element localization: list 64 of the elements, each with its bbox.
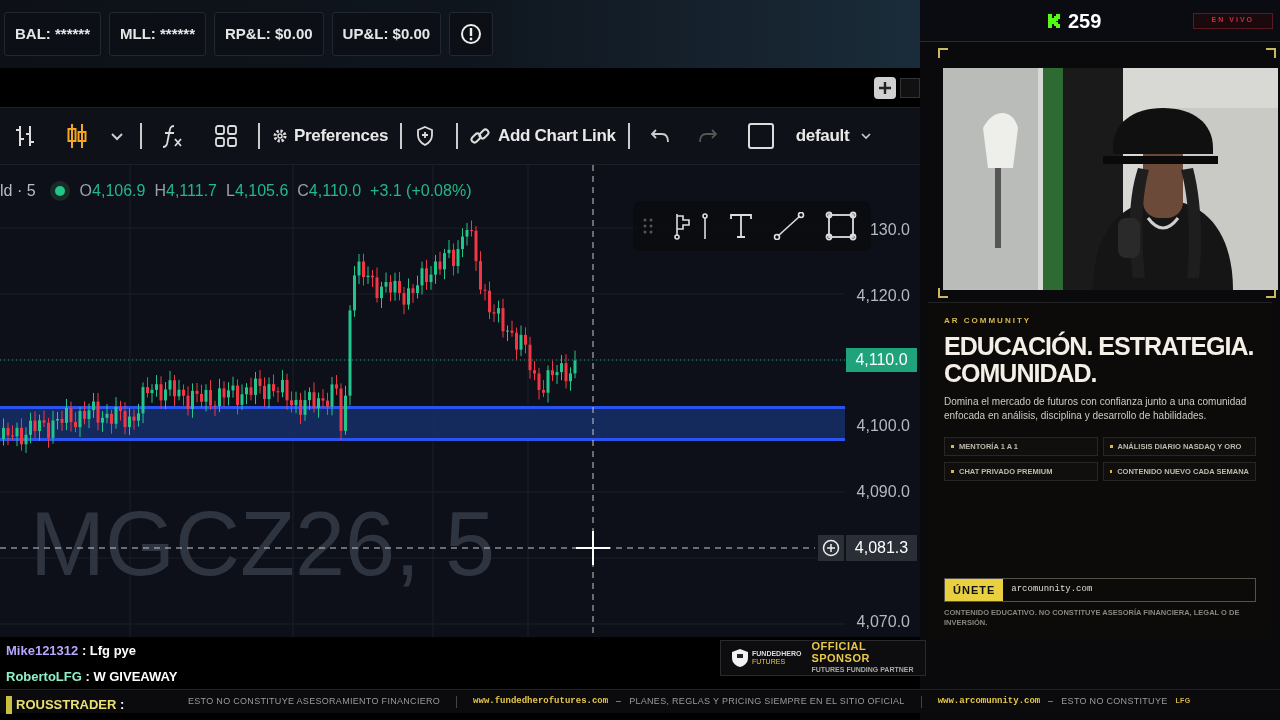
alert-icon [460, 23, 483, 45]
account-stat: BAL: ****** [4, 12, 101, 56]
crosshair-price-tag: 4,081.3 [846, 535, 917, 561]
line-tool-icon[interactable] [773, 212, 805, 240]
link-icon [470, 126, 491, 146]
url-text: arcomunnity.com [1011, 583, 1093, 597]
add-icon [822, 539, 840, 557]
price-label: 4,070.0 [856, 612, 910, 632]
account-stat: UP&L: $0.00 [331, 12, 442, 56]
caret-icon[interactable] [110, 131, 124, 141]
ticker-link[interactable]: www.fundedherofutures.com [473, 694, 609, 709]
drag-handle-icon[interactable] [643, 217, 653, 235]
ticker-text: PLANES, REGLAS Y PRICING SIEMPRE EN EL SITIO OFICIAL [629, 694, 905, 708]
add-chart-link-button[interactable]: Add Chart Link [470, 123, 616, 149]
account-stat: RP&L: $0.00 [214, 12, 324, 56]
eyebrow-label: AR COMMUNITY [944, 315, 1033, 327]
ohlc-value: L4,105.6 [226, 181, 289, 201]
checkbox[interactable] [747, 123, 774, 149]
settings-icon [272, 128, 288, 144]
headline: EDUCACIÓN. ESTRATEGIA. [944, 333, 1255, 360]
sponsor-title: OFFICIAL SPONSOR [811, 640, 871, 664]
ticker-text: ESTO NO CONSTITUYE [1061, 694, 1168, 708]
chat-message: ROUSSTRADER : [6, 694, 178, 715]
candlestick-icon[interactable] [66, 123, 88, 149]
price-label: 4,090.0 [856, 482, 910, 502]
undo-icon[interactable] [649, 128, 670, 144]
price-label: 4,100.0 [856, 416, 910, 436]
shield-icon[interactable] [416, 126, 435, 146]
text-tool-icon[interactable] [729, 213, 753, 239]
account-stat: MLL: ****** [109, 12, 207, 56]
grid-icon[interactable] [214, 124, 238, 148]
flag-pin-icon[interactable] [673, 212, 709, 240]
chat-message: RobertoLFG : W GIVEAWAY [6, 667, 178, 686]
function-icon[interactable] [162, 124, 184, 148]
price-label: 130.0 [869, 220, 910, 240]
shield-logo-icon [731, 648, 749, 668]
status-icon [49, 181, 70, 201]
ticker-link[interactable]: www.arcomunnity.com [937, 694, 1041, 709]
last-price-tag: 4,110.0 [846, 348, 917, 372]
warning-button[interactable] [449, 12, 494, 56]
symbol-label: ld · 5 [0, 181, 36, 201]
frame-corner [938, 48, 948, 58]
frame-corner [1266, 48, 1276, 58]
price-label: 4,120.0 [856, 286, 910, 306]
ohlc-value: C4,110.0 [297, 181, 362, 201]
rectangle-tool-icon[interactable] [825, 211, 857, 241]
preferences-button[interactable]: Preferences [272, 123, 389, 149]
ohlc-value: O4,106.9 [79, 181, 146, 201]
ticker-text: ESTO NO CONSTITUYE ASESORAMIENTO FINANCIERO [188, 694, 441, 708]
redo-icon[interactable] [697, 128, 718, 144]
caret-icon [861, 132, 872, 140]
join-button[interactable]: ÚNETE [945, 579, 1004, 601]
ohlc-value: H4,111.7 [154, 181, 217, 201]
bar-chart-icon[interactable] [14, 124, 36, 148]
chat-message: Mike121312 : Lfg pye [6, 641, 138, 660]
kick-logo-icon [1048, 13, 1060, 28]
layout-dropdown[interactable]: default [795, 123, 872, 149]
price-change: +3.1 (+0.08%) [370, 181, 472, 201]
headline: COMUNIDAD. [944, 360, 1098, 387]
signup-field[interactable]: ÚNETE arcomunnity.com [944, 578, 1256, 602]
viewer-count: 259 [1068, 8, 1102, 34]
description: Domina el mercado de futuros con confianza junto a una comunidad enfocada en análisis, disciplina y desarrollo de habilidades. [944, 395, 1248, 423]
add-alert-button[interactable] [818, 535, 844, 561]
add-icon[interactable] [874, 76, 896, 99]
